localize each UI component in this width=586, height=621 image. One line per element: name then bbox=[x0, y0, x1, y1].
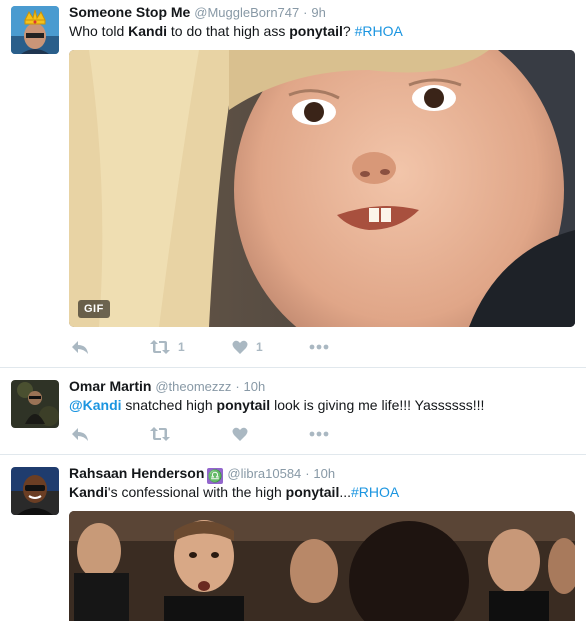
image-media[interactable] bbox=[69, 511, 575, 621]
keyword: ponytail bbox=[285, 484, 340, 500]
keyword: ponytail bbox=[289, 23, 343, 39]
separator: · bbox=[303, 5, 308, 20]
tweet-2[interactable]: Omar Martin @theomezzz · 10h @Kandi snat… bbox=[0, 368, 586, 454]
avatar-image bbox=[11, 380, 59, 428]
tweet-header: Rahsaan Henderson ♎ @libra10584 · 10h bbox=[69, 464, 335, 484]
reply-icon bbox=[72, 341, 88, 354]
hashtag-link[interactable]: #RHOA bbox=[351, 484, 399, 500]
timestamp[interactable]: 10h bbox=[244, 379, 266, 394]
timestamp[interactable]: 10h bbox=[313, 466, 335, 481]
username[interactable]: @libra10584 bbox=[227, 466, 301, 481]
more-button[interactable] bbox=[309, 337, 329, 357]
photo-image bbox=[69, 511, 575, 621]
like-count: 1 bbox=[256, 340, 263, 354]
avatar[interactable] bbox=[11, 467, 59, 515]
retweet-icon bbox=[150, 340, 170, 354]
tweet-1[interactable]: Someone Stop Me @MuggleBorn747 · 9h Who … bbox=[0, 0, 586, 367]
keyword: Kandi bbox=[128, 23, 168, 39]
tweet-text: @Kandi snatched high ponytail look is gi… bbox=[69, 397, 485, 413]
separator: · bbox=[305, 466, 310, 481]
username[interactable]: @MuggleBorn747 bbox=[194, 5, 299, 20]
tweet-actions bbox=[69, 424, 369, 444]
heart-icon bbox=[232, 427, 248, 441]
separator: · bbox=[235, 379, 240, 394]
tweet-text: Who told Kandi to do that high ass ponyt… bbox=[69, 23, 403, 39]
gif-badge: GIF bbox=[78, 300, 110, 318]
display-name[interactable]: Omar Martin bbox=[69, 378, 151, 394]
display-name[interactable]: Someone Stop Me bbox=[69, 4, 190, 20]
hashtag-link[interactable]: #RHOA bbox=[355, 23, 403, 39]
retweet-icon bbox=[150, 427, 170, 441]
retweet-button[interactable] bbox=[150, 424, 170, 444]
more-button[interactable] bbox=[309, 424, 329, 444]
tweet-header: Omar Martin @theomezzz · 10h bbox=[69, 377, 265, 396]
reply-button[interactable] bbox=[71, 337, 89, 357]
tweet-3[interactable]: Rahsaan Henderson ♎ @libra10584 · 10h Kand… bbox=[0, 455, 586, 621]
tweet-text: Kandi's confessional with the high ponyt… bbox=[69, 484, 400, 500]
mention-link[interactable]: @Kandi bbox=[69, 397, 122, 413]
avatar[interactable] bbox=[11, 380, 59, 428]
keyword: Kandi bbox=[69, 484, 108, 500]
reply-icon bbox=[72, 428, 88, 441]
retweet-button[interactable]: 1 bbox=[150, 337, 185, 357]
display-name[interactable]: Rahsaan Henderson bbox=[69, 465, 204, 481]
more-icon bbox=[309, 431, 329, 437]
retweet-count: 1 bbox=[178, 340, 185, 354]
keyword: ponytail bbox=[216, 397, 271, 413]
like-button[interactable] bbox=[232, 424, 248, 444]
more-icon bbox=[309, 344, 329, 350]
timestamp[interactable]: 9h bbox=[311, 5, 325, 20]
username[interactable]: @theomezzz bbox=[155, 379, 231, 394]
like-button[interactable]: 1 bbox=[232, 337, 263, 357]
heart-icon bbox=[232, 340, 248, 354]
tweet-header: Someone Stop Me @MuggleBorn747 · 9h bbox=[69, 3, 326, 22]
gif-image bbox=[69, 50, 575, 327]
avatar[interactable] bbox=[11, 6, 59, 54]
avatar-image bbox=[11, 6, 59, 54]
libra-icon: ♎ bbox=[207, 468, 224, 484]
avatar-image bbox=[11, 467, 59, 515]
tweet-actions: 1 1 bbox=[69, 337, 369, 357]
reply-button[interactable] bbox=[71, 424, 89, 444]
gif-media[interactable]: GIF bbox=[69, 50, 575, 327]
